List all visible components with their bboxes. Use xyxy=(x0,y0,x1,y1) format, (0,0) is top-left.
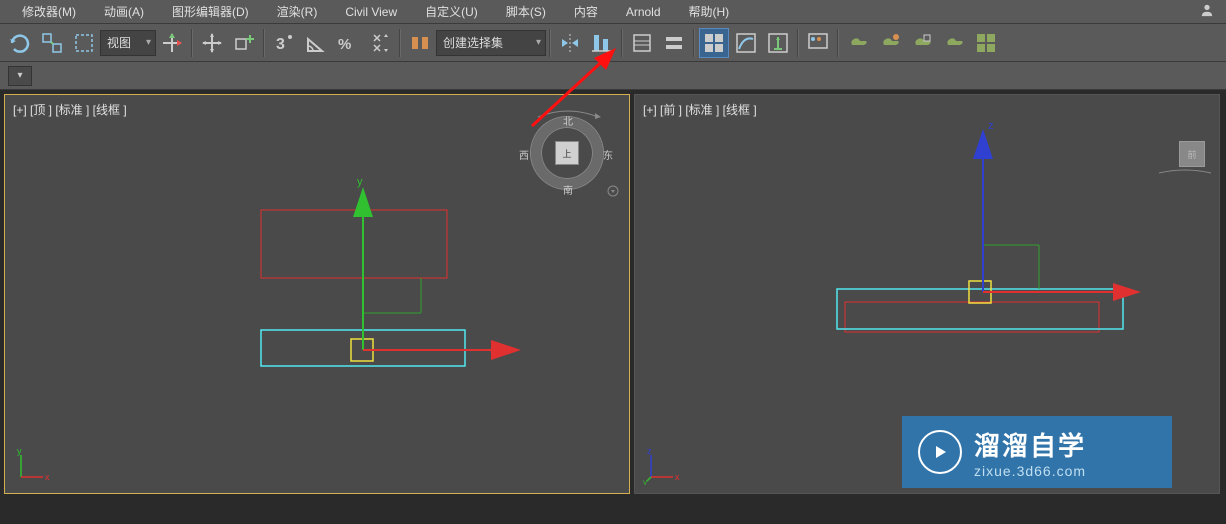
toolbar-separator xyxy=(549,29,551,57)
schematic-view-button[interactable] xyxy=(699,28,729,58)
menu-arnold[interactable]: Arnold xyxy=(612,0,675,24)
snap-3-button[interactable]: 3 xyxy=(269,28,299,58)
menu-civil-view[interactable]: Civil View xyxy=(331,0,411,24)
toolbar-separator xyxy=(797,29,799,57)
menu-rendering[interactable]: 渲染(R) xyxy=(263,0,332,24)
main-toolbar: 视图 3 % 创建选择集 xyxy=(0,24,1226,62)
svg-text:z: z xyxy=(988,120,994,132)
script-dropdown-button[interactable]: ▾ xyxy=(8,66,32,86)
toolbar-separator xyxy=(399,29,401,57)
menu-customize[interactable]: 自定义(U) xyxy=(411,0,492,24)
render-frame-window-button[interactable] xyxy=(875,28,905,58)
toolbar-separator xyxy=(191,29,193,57)
curve-editor-button[interactable] xyxy=(731,28,761,58)
toolbar-separator xyxy=(263,29,265,57)
svg-text:y: y xyxy=(357,176,363,188)
menu-scripting[interactable]: 脚本(S) xyxy=(492,0,560,24)
toolbar-separator xyxy=(693,29,695,57)
link-button[interactable] xyxy=(37,28,67,58)
named-selection-button[interactable] xyxy=(405,28,435,58)
viewport-top-label[interactable]: [+] [顶 ] [标准 ] [线框 ] xyxy=(13,101,127,118)
menu-modifiers[interactable]: 修改器(M) xyxy=(8,0,90,24)
axis-gizmo-front: z x y xyxy=(643,445,683,485)
material-editor-button[interactable] xyxy=(803,28,833,58)
dope-sheet-button[interactable] xyxy=(763,28,793,58)
select-move-button[interactable] xyxy=(157,28,187,58)
viewport-top[interactable]: [+] [顶 ] [标准 ] [线框 ] 上 北 南 东 西 xyxy=(4,94,630,494)
selection-region-button[interactable] xyxy=(69,28,99,58)
angle-snap-button[interactable] xyxy=(301,28,331,58)
align-button[interactable] xyxy=(587,28,617,58)
svg-text:z: z xyxy=(647,446,652,456)
svg-text:x: x xyxy=(45,472,50,482)
percent-snap-button[interactable]: % xyxy=(333,28,363,58)
svg-text:x: x xyxy=(675,472,680,482)
axis-gizmo-top: y x xyxy=(13,445,53,485)
secondary-toolbar: ▾ xyxy=(0,62,1226,90)
viewport-top-scene: y xyxy=(5,95,629,493)
svg-text:3: 3 xyxy=(276,36,285,53)
attach-button[interactable] xyxy=(229,28,259,58)
user-icon[interactable] xyxy=(1196,3,1218,20)
watermark-title: 溜溜自学 xyxy=(974,426,1086,463)
move-button[interactable] xyxy=(197,28,227,58)
watermark-logo-icon xyxy=(918,430,962,474)
svg-text:%: % xyxy=(338,36,351,53)
spinner-snap-button[interactable] xyxy=(365,28,395,58)
svg-text:y: y xyxy=(17,446,22,456)
render-production-button[interactable] xyxy=(907,28,937,58)
menu-content[interactable]: 内容 xyxy=(560,0,612,24)
viewport-dropdown[interactable]: 视图 xyxy=(100,30,156,56)
watermark: 溜溜自学 zixue.3d66.com xyxy=(902,416,1172,488)
toolbar-separator xyxy=(621,29,623,57)
toolbar-separator xyxy=(837,29,839,57)
menubar-right xyxy=(1196,3,1218,20)
svg-text:y: y xyxy=(643,478,647,485)
menu-animation[interactable]: 动画(A) xyxy=(90,0,158,24)
menu-bar: 修改器(M) 动画(A) 图形编辑器(D) 渲染(R) Civil View 自… xyxy=(0,0,1226,24)
render-activeshade-button[interactable] xyxy=(971,28,1001,58)
mirror-button[interactable] xyxy=(555,28,585,58)
toggle-layer-button[interactable] xyxy=(659,28,689,58)
undo-button[interactable] xyxy=(5,28,35,58)
render-iterative-button[interactable] xyxy=(939,28,969,58)
selection-set-dropdown[interactable]: 创建选择集 xyxy=(436,30,546,56)
render-setup-button[interactable] xyxy=(843,28,873,58)
watermark-url: zixue.3d66.com xyxy=(974,463,1086,479)
menu-help[interactable]: 帮助(H) xyxy=(675,0,744,24)
menu-graph-editors[interactable]: 图形编辑器(D) xyxy=(158,0,263,24)
viewport-front-label[interactable]: [+] [前 ] [标准 ] [线框 ] xyxy=(643,101,757,118)
layer-explorer-button[interactable] xyxy=(627,28,657,58)
